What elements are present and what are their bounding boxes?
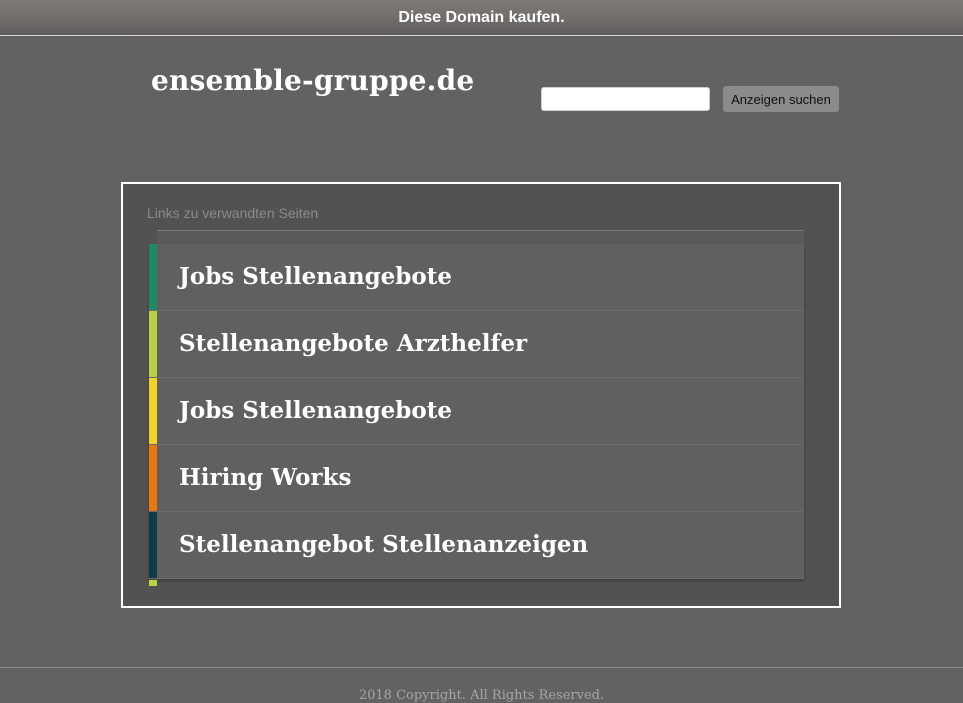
related-link[interactable]: Stellenangebote Arzthelfer [179,311,527,376]
search-input[interactable] [541,87,710,111]
search-ads-button[interactable]: Anzeigen suchen [723,86,839,112]
accent-stripe-tail [149,580,157,586]
accent-stripe [149,445,157,511]
related-links-list: Jobs Stellenangebote Stellenangebote Arz… [149,231,804,579]
related-link-item[interactable]: Stellenangebote Arzthelfer [149,311,804,378]
accent-stripe [149,378,157,444]
accent-stripe [149,512,157,578]
related-link[interactable]: Jobs Stellenangebote [179,244,452,309]
related-link[interactable]: Jobs Stellenangebote [179,378,452,443]
related-link-item[interactable]: Jobs Stellenangebote [149,378,804,445]
accent-stripe [149,311,157,377]
related-link-item[interactable]: Jobs Stellenangebote [149,244,804,311]
related-links-panel: Links zu verwandten Seiten Jobs Stellena… [121,182,841,608]
related-link-item[interactable]: Hiring Works [149,445,804,512]
footer-divider [0,667,963,668]
buy-domain-link[interactable]: Diese Domain kaufen. [398,0,564,35]
related-links-heading: Links zu verwandten Seiten [147,205,319,221]
related-link[interactable]: Hiring Works [179,445,351,510]
list-top-spacer [157,231,804,244]
top-banner: Diese Domain kaufen. [0,0,963,36]
site-title: ensemble-gruppe.de [151,64,475,97]
related-link[interactable]: Stellenangebot Stellenanzeigen [179,512,588,577]
related-link-item[interactable]: Stellenangebot Stellenanzeigen [149,512,804,579]
footer-copyright: 2018 Copyright. All Rights Reserved. [358,688,605,703]
accent-stripe [149,244,157,310]
